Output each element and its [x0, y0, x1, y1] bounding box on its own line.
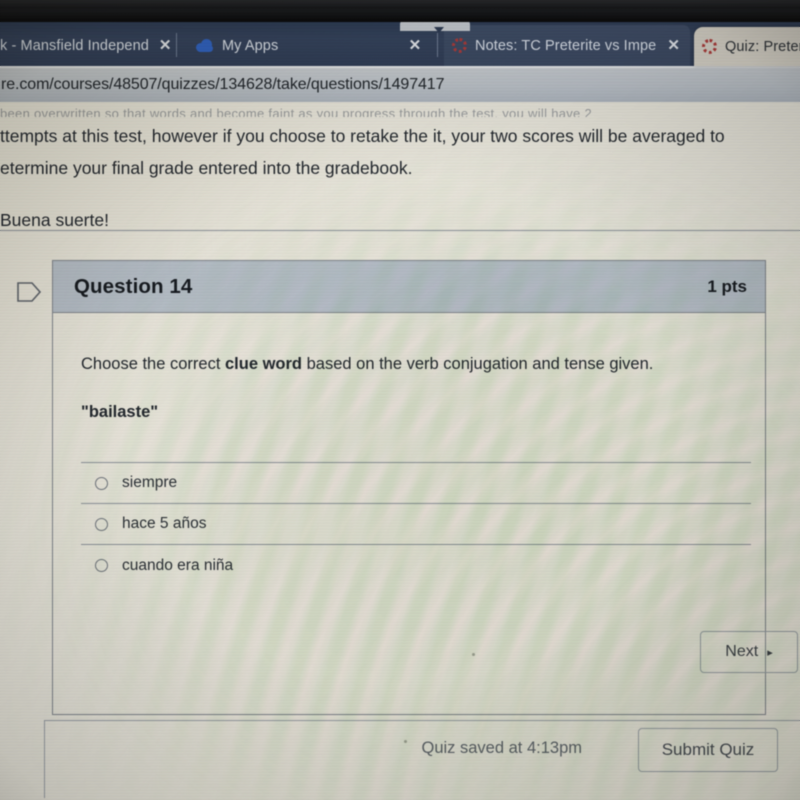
radio-button-icon[interactable]: [95, 517, 108, 531]
browser-tab-quiz-active[interactable]: Quiz: Preteri: [694, 27, 800, 66]
tab-group-caret-icon: [434, 27, 444, 33]
question-header: Question 14 1 pts: [53, 261, 765, 313]
browser-address-bar[interactable]: re.com/courses/48507/quizzes/134628/take…: [0, 66, 800, 102]
canvas-icon: [452, 38, 467, 53]
clipped-text-line: been overwritten so that words and becom…: [0, 106, 593, 117]
tab-divider: [176, 33, 177, 57]
browser-tab-my-apps[interactable]: My Apps: [188, 25, 393, 66]
question-target-word: "bailaste": [81, 403, 159, 421]
question-card: Question 14 1 pts Choose the correct clu…: [52, 260, 766, 715]
question-prompt: Choose the correct clue word based on th…: [81, 351, 743, 377]
flag-icon[interactable]: [16, 281, 42, 303]
radio-button-icon[interactable]: [95, 559, 108, 572]
tab-close-icon[interactable]: ✕: [665, 38, 682, 53]
browser-tab-notes[interactable]: Notes: TC Preterite vs Imperfe ✕: [444, 25, 690, 66]
answer-options-list: siempre hace 5 años cuando era niña: [81, 462, 751, 586]
tab-close-icon[interactable]: ✕: [407, 38, 424, 53]
quiz-instructions: ttempts at this test, however if you cho…: [0, 120, 770, 256]
tab-close-icon[interactable]: ✕: [157, 38, 174, 53]
submit-button-label: Submit Quiz: [661, 740, 755, 759]
answer-option-label: siempre: [122, 474, 178, 491]
canvas-icon: [702, 39, 717, 54]
answer-option[interactable]: siempre: [81, 463, 751, 504]
answer-option-label: cuando era niña: [122, 556, 234, 574]
quiz-saved-status: Quiz saved at 4:13pm: [421, 739, 582, 757]
question-title: Question 14: [74, 274, 193, 298]
browser-tab-title: k - Mansfield Independ: [0, 37, 149, 54]
screenshot-root: k - Mansfield Independ ✕ My Apps ✕ Notes…: [0, 0, 800, 800]
dust-speck: [404, 740, 407, 743]
dust-speck: [472, 653, 475, 656]
prompt-text-after: based on the verb conjugation and tense …: [302, 355, 654, 373]
browser-tab-close-slot[interactable]: ✕: [404, 25, 426, 66]
bezel-gloss: [0, 0, 800, 9]
submit-quiz-button[interactable]: Submit Quiz: [638, 728, 778, 772]
answer-option[interactable]: cuando era niña: [81, 545, 751, 586]
prompt-text-before: Choose the correct: [81, 355, 225, 373]
instructions-paragraph-2: Buena suerte!: [0, 210, 109, 230]
cloud-icon: [196, 39, 214, 52]
chevron-right-icon: ▸: [767, 646, 773, 659]
answer-option-label: hace 5 años: [122, 515, 207, 532]
radio-button-icon[interactable]: [95, 476, 108, 490]
tab-divider: [437, 33, 438, 57]
question-body: Choose the correct clue word based on th…: [53, 313, 765, 586]
browser-tab-mansfield[interactable]: k - Mansfield Independ ✕: [0, 25, 182, 66]
instructions-paragraph-1: ttempts at this test, however if you cho…: [0, 126, 725, 178]
answer-option[interactable]: hace 5 años: [81, 504, 751, 545]
browser-tab-strip: k - Mansfield Independ ✕ My Apps ✕ Notes…: [0, 21, 800, 66]
page-content: been overwritten so that words and becom…: [0, 100, 800, 800]
prompt-text-bold: clue word: [225, 355, 303, 373]
url-text: re.com/courses/48507/quizzes/134628/take…: [1, 76, 445, 93]
monitor-bezel: [0, 0, 800, 22]
browser-tab-title: Quiz: Preteri: [725, 38, 800, 55]
next-button-label: Next: [725, 643, 759, 660]
browser-tab-title: My Apps: [222, 37, 279, 54]
next-question-button[interactable]: Next ▸: [700, 631, 798, 673]
quiz-footer-bar: Quiz saved at 4:13pm Submit Quiz: [44, 720, 800, 798]
section-divider: [0, 230, 800, 231]
question-points: 1 pts: [707, 276, 747, 296]
browser-tab-title: Notes: TC Preterite vs Imperfe: [475, 37, 658, 54]
